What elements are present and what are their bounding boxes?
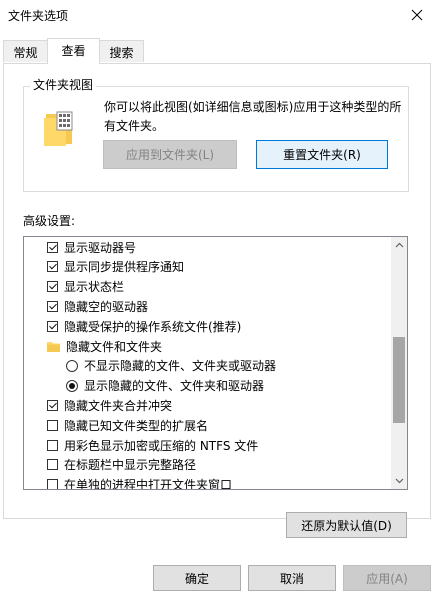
settings-row-1[interactable]: 显示同步提供程序通知: [24, 257, 407, 277]
checkbox[interactable]: [47, 479, 58, 489]
cancel-button[interactable]: 取消: [248, 565, 336, 591]
settings-row-label: 不显示隐藏的文件、文件夹或驱动器: [84, 359, 277, 374]
restore-defaults-button[interactable]: 还原为默认值(D): [286, 512, 407, 538]
scroll-up-button[interactable]: [391, 237, 407, 253]
title-bar: 文件夹选项: [0, 0, 436, 30]
settings-row-6[interactable]: 不显示隐藏的文件、文件夹或驱动器: [24, 356, 407, 376]
settings-row-0[interactable]: 显示驱动器号: [24, 237, 407, 257]
vertical-scrollbar[interactable]: [391, 237, 407, 489]
settings-row-4[interactable]: 隐藏受保护的操作系统文件(推荐): [24, 316, 407, 336]
settings-row-8[interactable]: 隐藏文件夹合并冲突: [24, 395, 407, 415]
folder-icon: [47, 341, 60, 352]
settings-row-label: 隐藏文件夹合并冲突: [64, 398, 173, 413]
settings-row-label: 隐藏文件和文件夹: [66, 339, 163, 354]
advanced-settings-list[interactable]: 显示驱动器号显示同步提供程序通知 显示状态栏隐藏空的驱动器隐藏受保护的操作系统文件…: [23, 236, 408, 490]
apply-to-folders-button[interactable]: 应用到文件夹(L): [103, 140, 237, 169]
scroll-down-button[interactable]: [391, 473, 407, 489]
settings-row-label: 显示隐藏的文件、文件夹和驱动器: [84, 379, 265, 394]
settings-row-7[interactable]: 显示隐藏的文件、文件夹和驱动器: [24, 376, 407, 396]
radio-button[interactable]: [66, 379, 78, 392]
folder-views-description: 你可以将此视图(如详细信息或图标)应用于这种类型的所有文件夹。: [104, 100, 402, 133]
settings-row-label: 在标题栏中显示完整路径: [64, 458, 197, 473]
close-icon: [411, 9, 423, 21]
scroll-thumb[interactable]: [393, 337, 405, 423]
tab-general[interactable]: 常规: [3, 40, 48, 62]
checkbox[interactable]: [47, 300, 58, 312]
tab-strip: 常规 查看 搜索: [0, 38, 436, 64]
tab-search[interactable]: 搜索: [99, 40, 144, 62]
apply-button[interactable]: 应用(A): [343, 565, 431, 591]
settings-row-2[interactable]: 显示状态栏: [24, 277, 407, 297]
checkbox[interactable]: [47, 419, 58, 431]
settings-row-label: 隐藏受保护的操作系统文件(推荐): [64, 319, 242, 334]
chevron-down-icon: [395, 478, 403, 484]
settings-row-label: 显示状态栏: [64, 280, 125, 295]
settings-row-5[interactable]: 隐藏文件和文件夹: [24, 336, 407, 356]
settings-row-3[interactable]: 隐藏空的驱动器: [24, 296, 407, 316]
tab-view[interactable]: 查看: [47, 38, 100, 64]
checkbox[interactable]: [47, 281, 58, 293]
settings-row-label: 显示驱动器号: [64, 240, 137, 255]
settings-row-10[interactable]: 用彩色显示加密或压缩的 NTFS 文件: [24, 435, 407, 455]
settings-row-11[interactable]: 在标题栏中显示完整路径: [24, 455, 407, 475]
checkbox[interactable]: [47, 439, 58, 451]
settings-row-label: 用彩色显示加密或压缩的 NTFS 文件: [64, 438, 259, 453]
checkbox[interactable]: [47, 261, 58, 273]
checkbox[interactable]: [47, 399, 58, 411]
chevron-up-icon: [395, 242, 403, 248]
window-title: 文件夹选项: [8, 9, 69, 23]
checkbox[interactable]: [47, 459, 58, 471]
checkbox[interactable]: [47, 241, 58, 253]
settings-row-12[interactable]: 在单独的进程中打开文件夹窗口: [24, 475, 407, 490]
settings-row-label: 显示同步提供程序通知: [64, 260, 185, 275]
folder-views-legend: 文件夹视图: [30, 76, 97, 93]
folder-view-icon: [44, 111, 73, 146]
ok-button[interactable]: 确定: [153, 565, 241, 591]
radio-button[interactable]: [66, 359, 78, 372]
settings-row-label: 隐藏空的驱动器: [64, 299, 149, 314]
advanced-settings-label: 高级设置:: [23, 214, 76, 228]
checkbox[interactable]: [47, 320, 58, 332]
close-button[interactable]: [404, 2, 430, 28]
settings-row-label: 隐藏已知文件类型的扩展名: [64, 418, 209, 433]
settings-row-label: 在单独的进程中打开文件夹窗口: [64, 478, 233, 490]
reset-folders-button[interactable]: 重置文件夹(R): [256, 140, 388, 169]
settings-row-9[interactable]: 隐藏已知文件类型的扩展名: [24, 415, 407, 435]
